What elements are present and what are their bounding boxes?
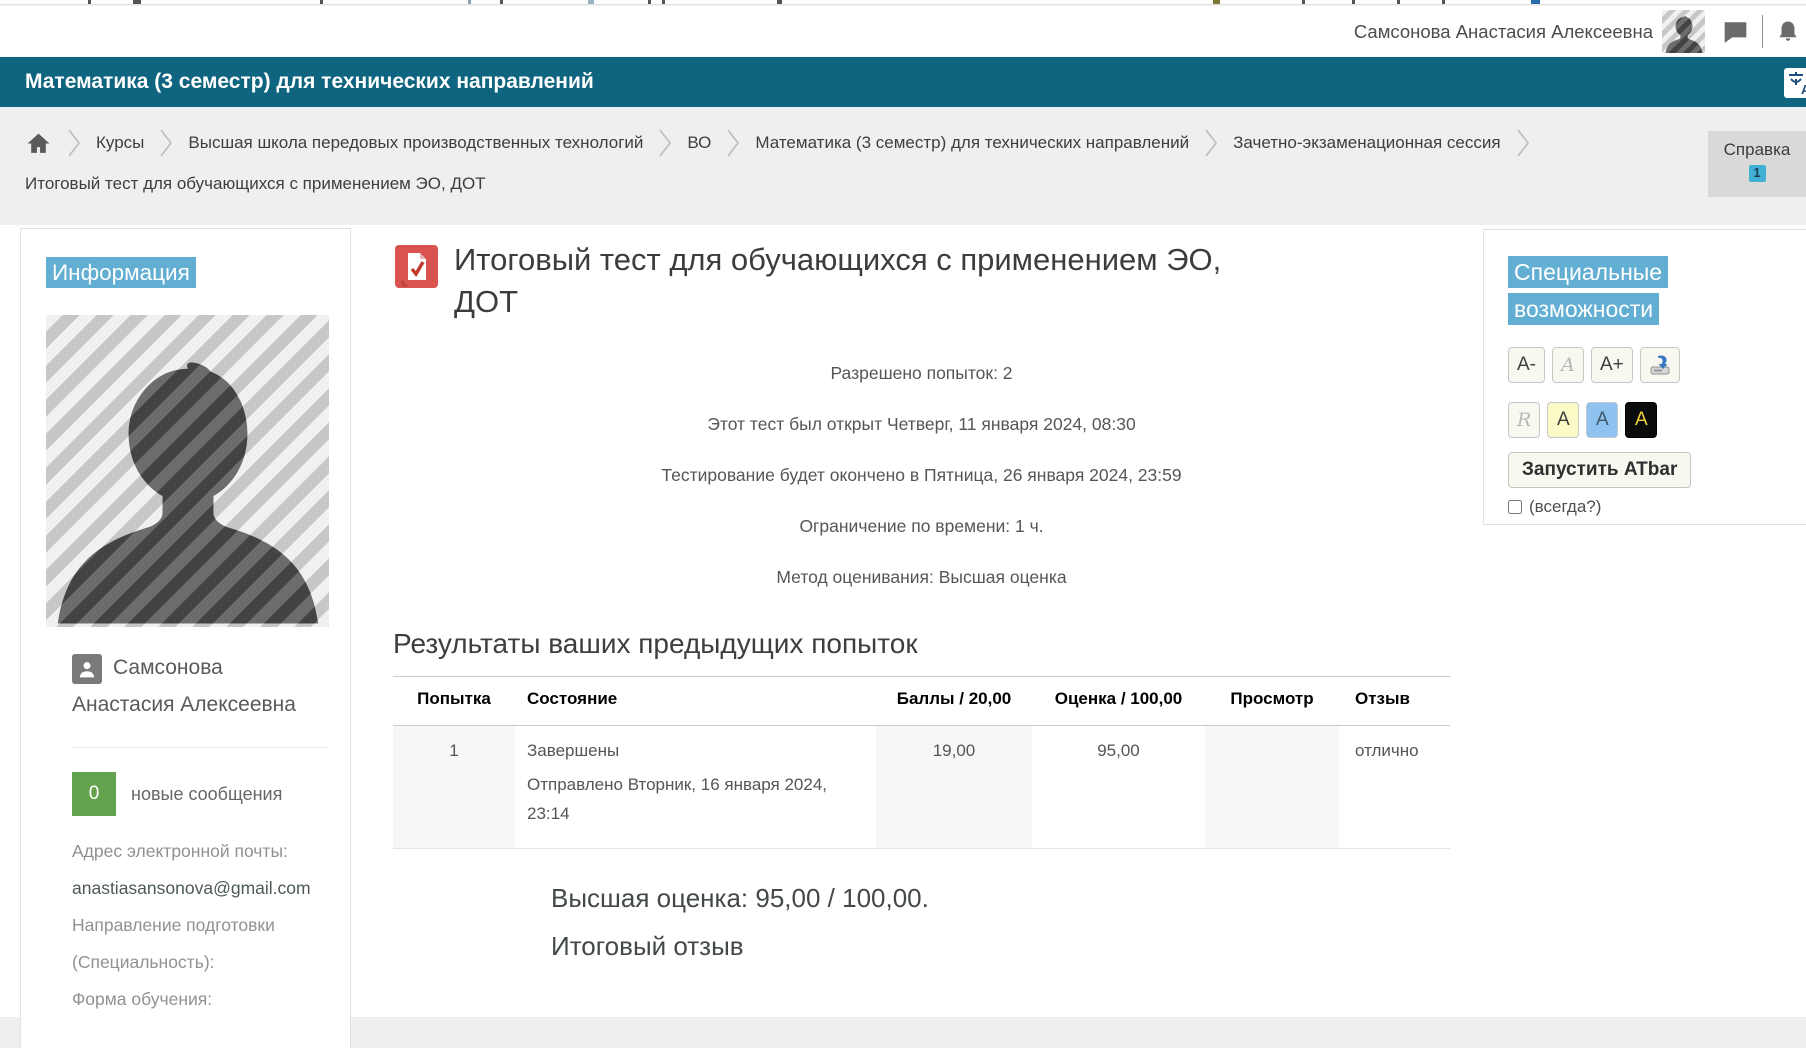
- atbar-always-checkbox[interactable]: [1508, 500, 1522, 514]
- results-heading: Результаты ваших предыдущих попыток: [393, 628, 1450, 660]
- accessibility-title-wrap: Специальные возможности: [1508, 254, 1713, 328]
- profile-name-text[interactable]: Самсонова Анастасия Алексеевна: [72, 656, 296, 716]
- panel-divider: [72, 747, 328, 748]
- chevron-separator-icon: [726, 127, 740, 159]
- translate-icon[interactable]: A: [1784, 68, 1806, 98]
- svg-text:A: A: [1801, 82, 1806, 97]
- chevron-separator-icon: [67, 127, 81, 159]
- final-feedback-heading: Итоговый отзыв: [551, 931, 1450, 962]
- quiz-opened: Этот тест был открыт Четверг, 11 января …: [393, 414, 1450, 435]
- messages-icon[interactable]: [1722, 19, 1749, 45]
- attempts-table: Попытка Состояние Баллы / 20,00 Оценка /…: [393, 676, 1450, 849]
- new-messages-label[interactable]: новые сообщения: [131, 784, 282, 805]
- quiz-title-row: Итоговый тест для обучающихся с применен…: [393, 239, 1450, 329]
- font-increase-button[interactable]: A+: [1591, 347, 1633, 383]
- column-header-marks: Баллы / 20,00: [876, 677, 1032, 726]
- attempt-submitted: Отправлено Вторник, 16 января 2024, 23:1…: [527, 770, 864, 828]
- attempt-number-cell: 1: [393, 726, 515, 849]
- breadcrumb-item-course[interactable]: Математика (3 семестр) для технических н…: [755, 133, 1189, 153]
- column-header-attempt: Попытка: [393, 677, 515, 726]
- column-header-feedback: Отзыв: [1339, 677, 1450, 726]
- profile-photo: [46, 315, 329, 627]
- new-messages-count-badge: 0: [72, 772, 116, 816]
- home-icon[interactable]: [25, 131, 52, 156]
- email-value: anastiasansonova@gmail.com: [72, 870, 328, 907]
- column-header-review: Просмотр: [1205, 677, 1339, 726]
- atbar-always-label: (всегда?): [1529, 497, 1601, 517]
- quiz-icon: [395, 245, 438, 293]
- breadcrumb: Курсы Высшая школа передовых производств…: [25, 127, 1530, 159]
- breadcrumb-item-courses[interactable]: Курсы: [96, 133, 144, 153]
- attempt-grade-cell: 95,00: [1032, 726, 1205, 849]
- best-grade-text: Высшая оценка: 95,00 / 100,00.: [551, 883, 1450, 914]
- atbar-always-row: (всегда?): [1508, 497, 1806, 517]
- attempts-table-header-row: Попытка Состояние Баллы / 20,00 Оценка /…: [393, 677, 1450, 726]
- breadcrumb-item-vo[interactable]: ВО: [687, 133, 711, 153]
- font-default-button[interactable]: A: [1552, 347, 1584, 383]
- reset-scheme-button[interactable]: R: [1508, 402, 1540, 438]
- column-header-grade: Оценка / 100,00: [1032, 677, 1205, 726]
- browser-bookmarks-strip: [0, 0, 1806, 5]
- font-size-buttons: A- A A+: [1508, 347, 1806, 383]
- quiz-title: Итоговый тест для обучающихся с применен…: [454, 239, 1254, 323]
- grading-method: Метод оценивания: Высшая оценка: [393, 567, 1450, 588]
- attempt-row: 1 Завершены Отправлено Вторник, 16 январ…: [393, 726, 1450, 849]
- font-decrease-button[interactable]: A-: [1508, 347, 1545, 383]
- course-header-bar: Математика (3 семестр) для технических н…: [0, 57, 1806, 107]
- chevron-separator-icon: [1204, 127, 1218, 159]
- attempts-allowed: Разрешено попыток: 2: [393, 363, 1450, 384]
- information-panel-title: Информация: [46, 257, 196, 288]
- time-limit: Ограничение по времени: 1 ч.: [393, 516, 1450, 537]
- help-count-badge: 1: [1749, 165, 1766, 182]
- course-title: Математика (3 семестр) для технических н…: [0, 57, 1806, 107]
- breadcrumb-item-school[interactable]: Высшая школа передовых производственных …: [188, 133, 643, 153]
- accessibility-panel-title: Специальные возможности: [1508, 256, 1668, 325]
- attempt-state: Завершены: [527, 741, 619, 760]
- topbar-user-name[interactable]: Самсонова Анастасия Алексеевна: [1354, 21, 1653, 43]
- breadcrumb-current-page: Итоговый тест для обучающихся с применен…: [25, 174, 486, 194]
- email-label: Адрес электронной почты:: [72, 833, 328, 870]
- chevron-separator-icon: [658, 127, 672, 159]
- top-user-bar: Самсонова Анастасия Алексеевна: [0, 6, 1806, 57]
- topbar-divider: [1762, 15, 1763, 48]
- attempt-state-cell: Завершены Отправлено Вторник, 16 января …: [515, 726, 876, 849]
- yellow-scheme-button[interactable]: A: [1547, 402, 1579, 438]
- new-messages-row[interactable]: 0 новые сообщения: [72, 772, 328, 816]
- study-form-label: Форма обучения:: [72, 981, 328, 1018]
- attempt-feedback-cell: отлично: [1339, 726, 1450, 849]
- quiz-closes: Тестирование будет окончено в Пятница, 2…: [393, 465, 1450, 486]
- accessibility-panel: Специальные возможности A- A A+ R A A A …: [1483, 229, 1806, 525]
- profile-details: Адрес электронной почты: anastiasansonov…: [72, 833, 328, 1018]
- breadcrumb-item-session[interactable]: Зачетно-экзаменационная сессия: [1233, 133, 1500, 153]
- blue-scheme-button[interactable]: A: [1586, 402, 1618, 438]
- help-label[interactable]: Справка: [1708, 140, 1806, 160]
- help-box[interactable]: Справка 1: [1708, 131, 1806, 197]
- user-icon: [72, 654, 102, 684]
- quiz-details: Разрешено попыток: 2 Этот тест был откры…: [393, 363, 1450, 588]
- column-header-state: Состояние: [515, 677, 876, 726]
- color-scheme-buttons: R A A A: [1508, 402, 1806, 438]
- notifications-bell-icon[interactable]: [1776, 17, 1800, 47]
- attempt-review-cell: [1205, 726, 1339, 849]
- save-settings-icon[interactable]: [1640, 347, 1680, 383]
- main-content: Итоговый тест для обучающихся с применен…: [393, 239, 1450, 962]
- speciality-label: Направление подготовки (Специальность):: [72, 907, 328, 981]
- chevron-separator-icon: [1516, 127, 1530, 159]
- launch-atbar-button[interactable]: Запустить ATbar: [1508, 452, 1691, 488]
- attempt-marks-cell: 19,00: [876, 726, 1032, 849]
- profile-name-link[interactable]: Самсонова Анастасия Алексеевна: [72, 649, 328, 723]
- breadcrumb-zone: Курсы Высшая школа передовых производств…: [0, 107, 1806, 225]
- chevron-separator-icon: [159, 127, 173, 159]
- dark-scheme-button[interactable]: A: [1625, 402, 1657, 438]
- topbar-avatar[interactable]: [1662, 10, 1705, 53]
- information-panel: Информация Самсонова Анастасия Алексеевн…: [20, 228, 351, 1048]
